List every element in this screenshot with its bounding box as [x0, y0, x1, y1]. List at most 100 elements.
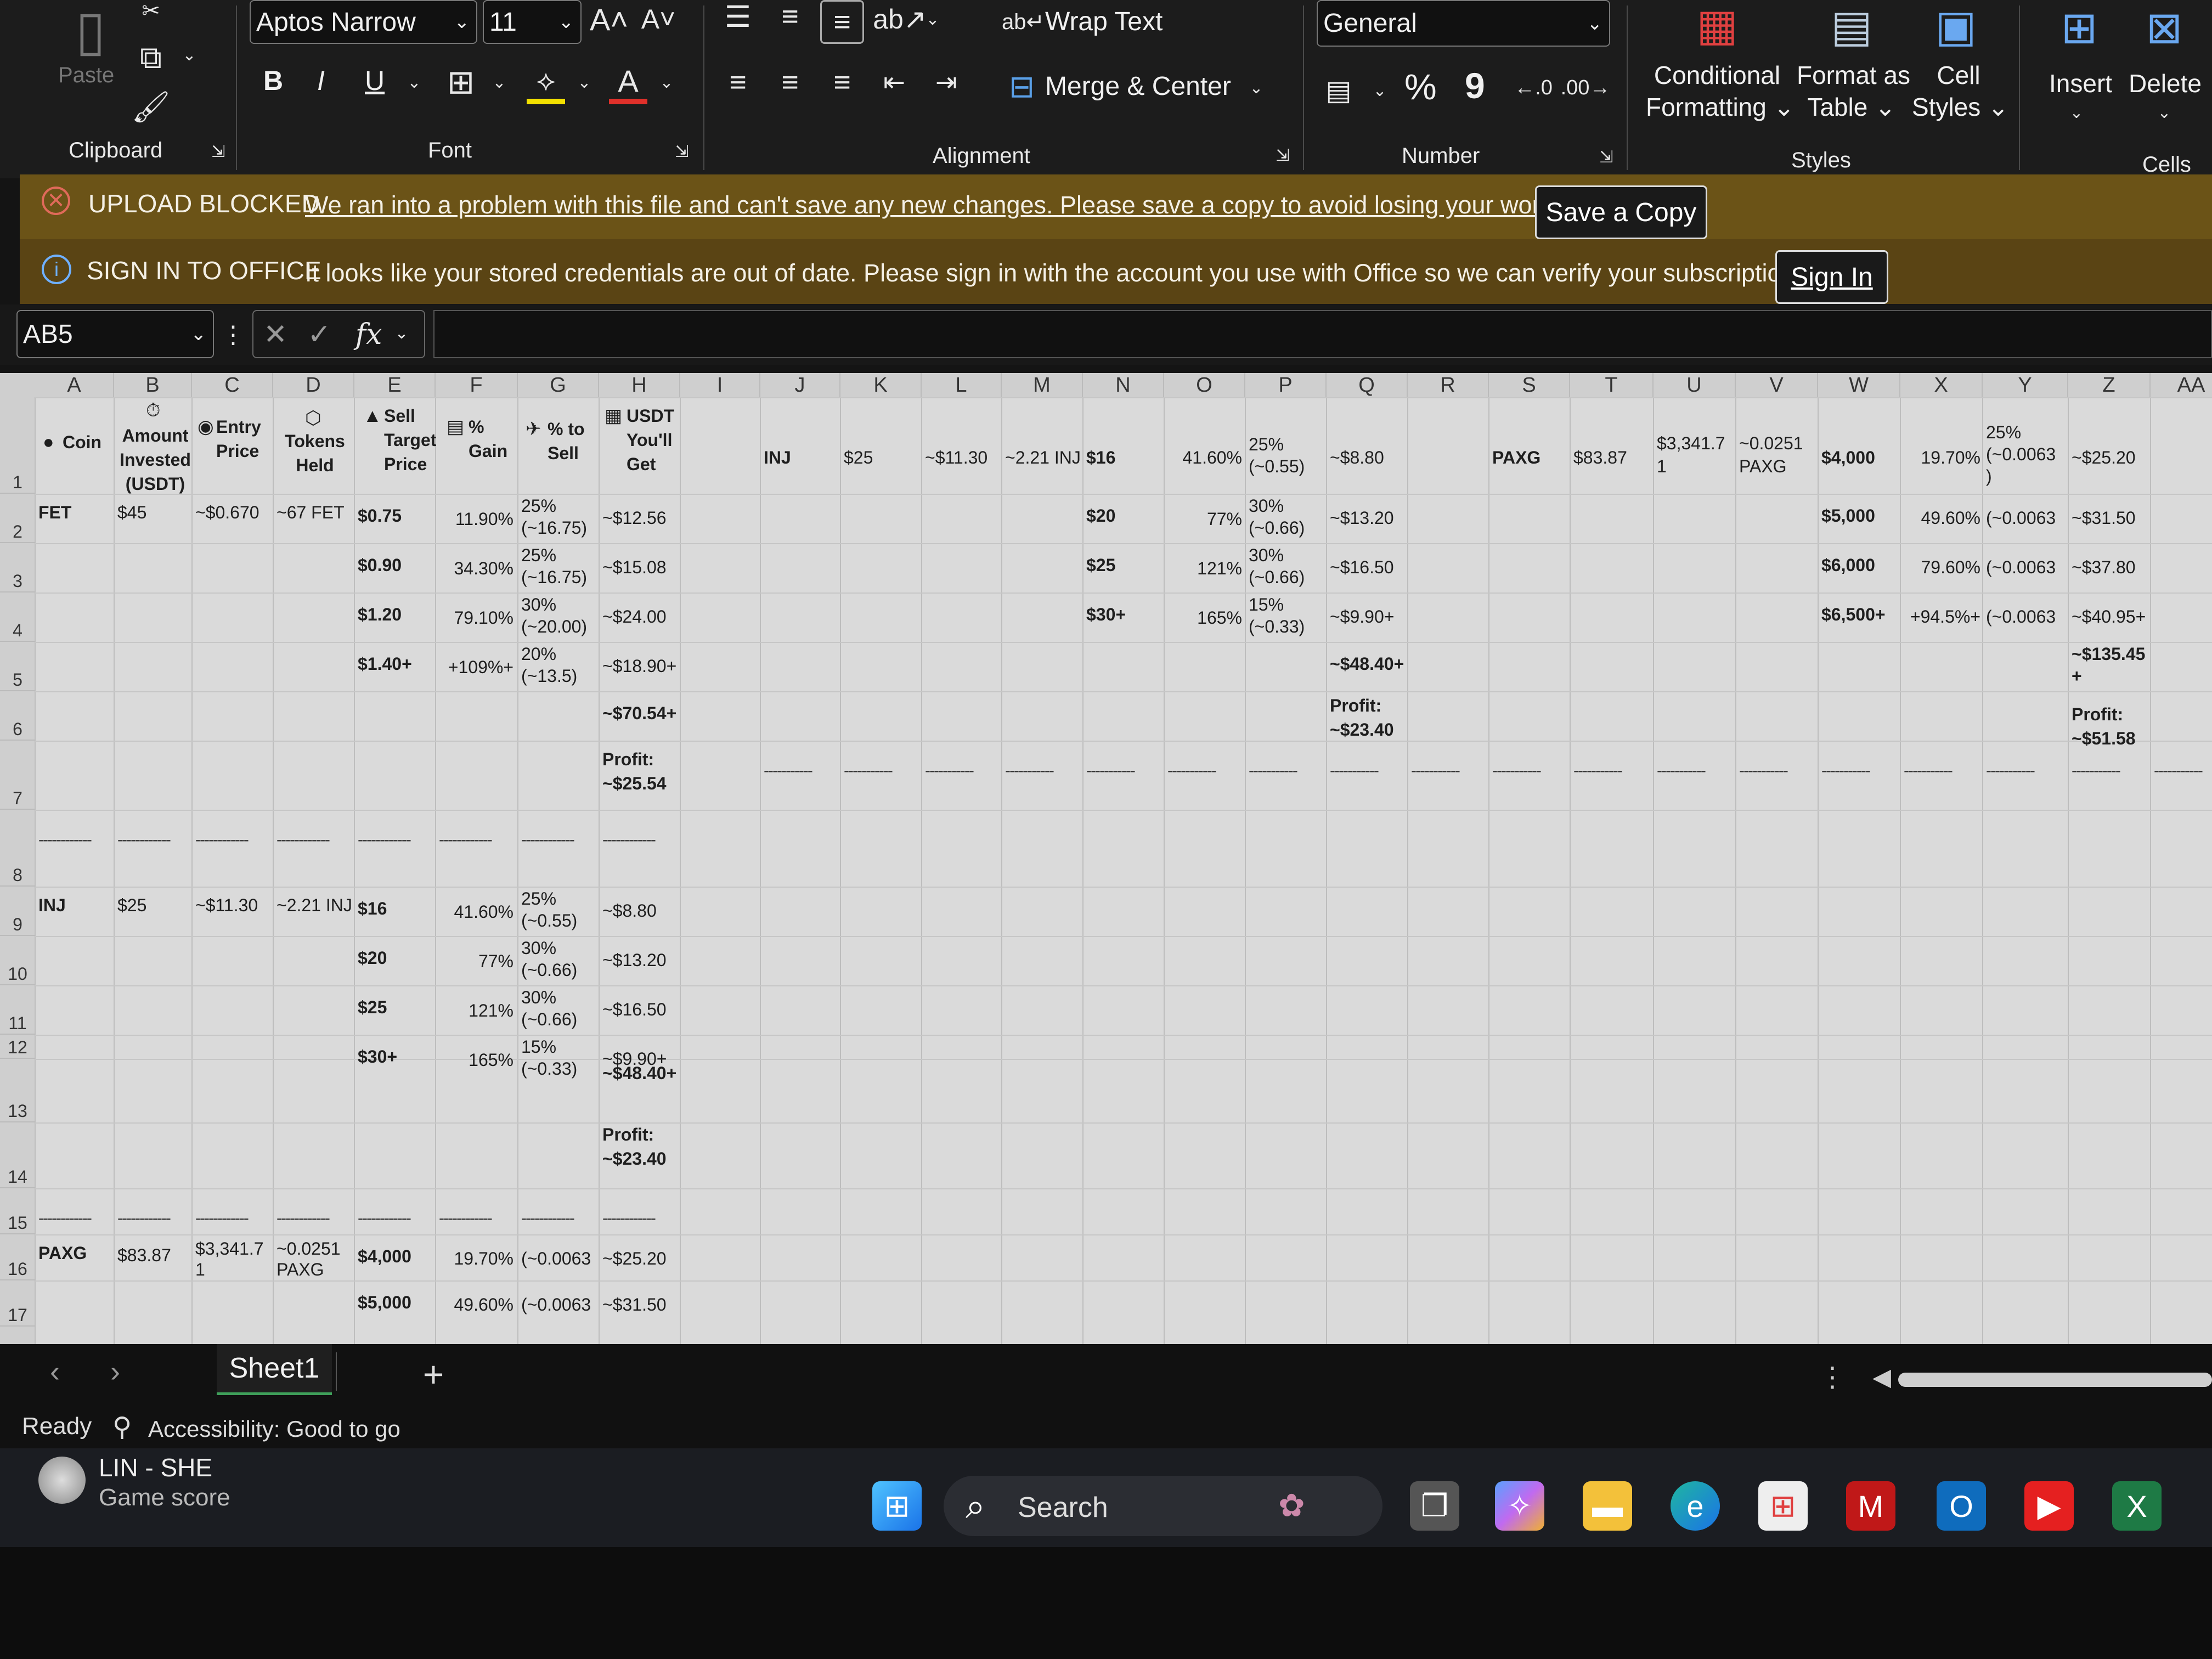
align-left-icon[interactable]: ≡ — [719, 63, 757, 101]
row-header[interactable]: 11 — [0, 985, 35, 1035]
header-entry[interactable]: Price — [216, 440, 259, 462]
row-header[interactable]: 1 — [0, 397, 35, 494]
coin-name[interactable]: INJ — [38, 894, 66, 916]
merge-center-button[interactable]: Merge & Center — [1045, 71, 1231, 101]
sell-target[interactable]: $1.20 — [358, 603, 402, 625]
column-header[interactable]: Q — [1327, 373, 1408, 397]
tokens-held[interactable]: ~0.0251 — [276, 1238, 341, 1260]
row-header[interactable]: 7 — [0, 741, 35, 810]
format-as-table-icon[interactable]: ▤ — [1824, 0, 1879, 52]
percent-gain[interactable]: 79.60% — [1904, 556, 1980, 578]
total-return[interactable]: + — [2072, 665, 2082, 687]
chevron-down-icon[interactable]: ⌄ — [178, 44, 200, 66]
dialog-launcher-icon[interactable]: ⇲ — [672, 142, 692, 161]
percent-gain[interactable]: 19.70% — [1904, 447, 1980, 469]
profit[interactable]: Profit: — [602, 748, 654, 770]
more-options-icon[interactable]: ⋮ — [1819, 1361, 1846, 1393]
align-right-icon[interactable]: ≡ — [823, 63, 861, 101]
copilot-icon[interactable]: ✧ — [1495, 1481, 1544, 1531]
header-amount[interactable]: Invested — [117, 449, 193, 471]
percent-to-sell[interactable]: 30% — [1249, 544, 1284, 566]
percent-to-sell[interactable]: 15% — [521, 1036, 556, 1058]
header-sell-target[interactable]: Target — [384, 429, 436, 451]
header-entry[interactable]: Entry — [216, 416, 261, 438]
percent-gain[interactable]: 19.70% — [439, 1248, 514, 1269]
excel-icon[interactable]: X — [2112, 1481, 2162, 1531]
header-pct-sell[interactable]: % to — [548, 418, 585, 440]
coin-name[interactable]: PAXG — [1492, 447, 1541, 469]
percent-gain[interactable]: +94.5%+ — [1904, 606, 1980, 628]
tokens-held[interactable]: ~2.21 INJ — [276, 894, 352, 916]
percent-style-button[interactable]: % — [1404, 66, 1437, 108]
column-header[interactable]: C — [192, 373, 273, 397]
header-tokens[interactable]: Held — [276, 454, 353, 476]
usdt-get[interactable]: ~$24.00 — [602, 606, 667, 628]
percent-to-sell[interactable]: (~0.66) — [1249, 566, 1305, 588]
align-bottom-icon[interactable]: ≡ — [820, 0, 864, 44]
chevron-down-icon[interactable]: ⌄ — [656, 71, 678, 93]
header-usdt-get[interactable]: USDT — [627, 405, 674, 427]
percent-gain[interactable]: 34.30% — [439, 557, 514, 579]
chevron-down-icon[interactable]: ⌄ — [1245, 77, 1267, 99]
entry-price[interactable]: $3,341.7 — [195, 1238, 264, 1260]
header-amount[interactable]: Amount — [117, 425, 193, 447]
column-header[interactable]: U — [1654, 373, 1736, 397]
sell-target[interactable]: $5,000 — [358, 1291, 411, 1313]
font-size-select[interactable]: 11 ⌄ — [483, 0, 582, 44]
usdt-get[interactable]: ~$25.20 — [602, 1248, 667, 1269]
percent-to-sell[interactable]: 30% — [521, 937, 556, 959]
outlook-icon[interactable]: O — [1937, 1481, 1986, 1531]
percent-gain[interactable]: +109%+ — [439, 656, 514, 678]
percent-gain[interactable]: 121% — [439, 1000, 514, 1022]
percent-gain[interactable]: 121% — [1167, 557, 1242, 579]
entry-price[interactable]: ~$0.670 — [195, 501, 259, 523]
percent-to-sell[interactable]: (~0.33) — [1249, 616, 1305, 637]
row-header[interactable]: 2 — [0, 494, 35, 543]
borders-icon[interactable]: ⊞ — [442, 63, 480, 101]
column-header[interactable]: H — [599, 373, 680, 397]
percent-to-sell[interactable]: (~0.66) — [521, 1008, 577, 1030]
profit[interactable]: Profit: — [2072, 703, 2123, 725]
row-header[interactable]: 12 — [0, 1035, 35, 1059]
percent-to-sell[interactable]: 25% — [1249, 433, 1284, 455]
header-gain[interactable]: % — [469, 416, 484, 438]
font-name-select[interactable]: Aptos Narrow ⌄ — [250, 0, 477, 44]
soccer-ball-icon[interactable] — [38, 1457, 86, 1504]
italic-button[interactable]: I — [317, 65, 325, 97]
widget-title[interactable]: LIN - SHE — [99, 1453, 212, 1482]
column-header[interactable]: AA — [2151, 373, 2212, 397]
amount-invested[interactable]: $45 — [117, 501, 146, 523]
percent-to-sell[interactable]: (~0.0063 — [521, 1248, 591, 1269]
percent-to-sell[interactable]: (~0.66) — [1249, 517, 1305, 539]
percent-gain[interactable]: 77% — [439, 950, 514, 972]
amount-invested[interactable]: $25 — [844, 447, 873, 469]
entry-price[interactable]: ~$11.30 — [925, 447, 988, 469]
column-header[interactable]: A — [35, 373, 114, 397]
row-header[interactable]: 4 — [0, 592, 35, 642]
percent-gain[interactable]: 165% — [439, 1049, 514, 1071]
spreadsheet-grid[interactable]: A B C D E F G H I J K L M N O P Q R S T U V W X Y Z AA 1 2 3 4 5 6 7 8 9 10 1… — [0, 373, 2212, 1344]
formula-input[interactable] — [433, 310, 2212, 358]
header-tokens[interactable]: Tokens — [276, 430, 353, 452]
percent-gain[interactable]: 11.90% — [439, 508, 514, 530]
usdt-get[interactable]: ~$31.50 — [2072, 507, 2136, 529]
delete-cells-icon[interactable]: ⊠ — [2131, 0, 2197, 55]
accounting-format-icon[interactable]: ▤ — [1319, 71, 1358, 110]
percent-gain[interactable]: 165% — [1167, 607, 1242, 629]
header-amount[interactable]: (USDT) — [117, 473, 193, 495]
percent-to-sell[interactable]: 25% — [521, 544, 556, 566]
column-header[interactable]: K — [840, 373, 922, 397]
accessibility-status[interactable]: Accessibility: Good to go — [148, 1416, 400, 1442]
conditional-formatting-label-2-wrap[interactable]: Formatting ⌄ — [1646, 92, 1795, 122]
enter-icon[interactable]: ✓ — [303, 315, 336, 354]
microsoft-store-icon[interactable]: ⊞ — [1758, 1481, 1808, 1531]
sheet-tab-sheet1[interactable]: Sheet1 — [217, 1344, 332, 1395]
comma-style-button[interactable]: 9 — [1465, 65, 1485, 106]
column-header[interactable]: G — [518, 373, 599, 397]
chevron-down-icon[interactable]: ⌄ — [403, 71, 425, 93]
column-header[interactable]: J — [760, 373, 840, 397]
profit[interactable]: Profit: — [602, 1124, 654, 1146]
add-sheet-icon[interactable]: + — [414, 1354, 453, 1395]
row-header[interactable]: 14 — [0, 1122, 35, 1188]
percent-to-sell[interactable]: (~0.55) — [521, 910, 577, 932]
